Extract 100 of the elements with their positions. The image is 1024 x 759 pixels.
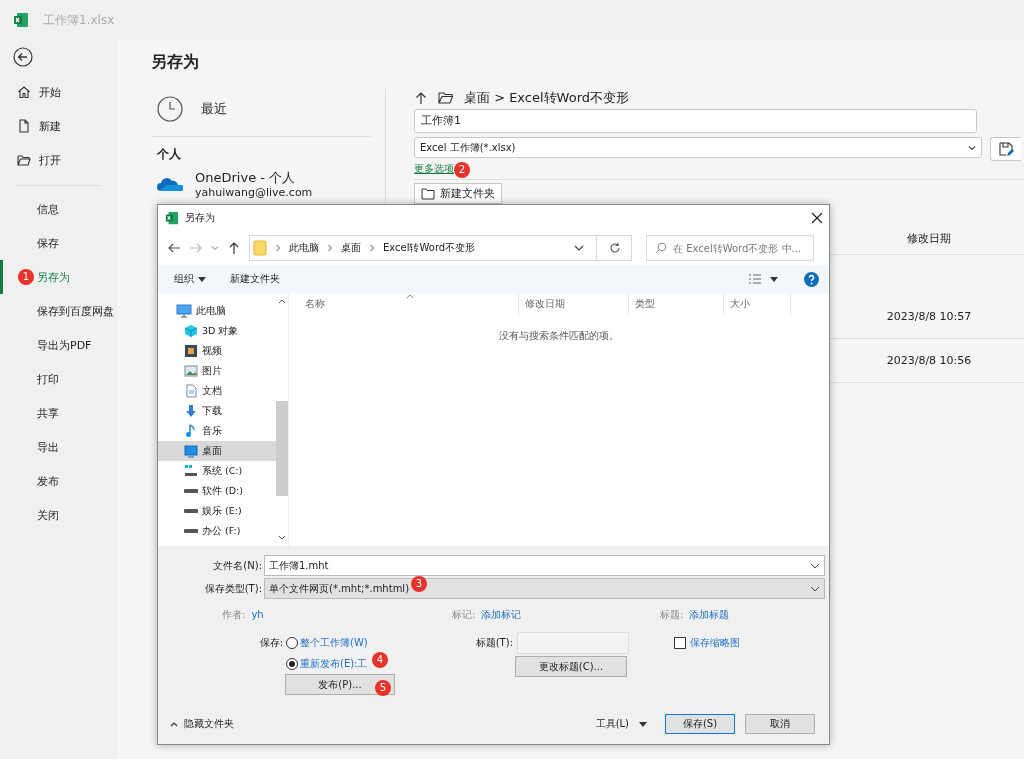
caret-icon (198, 276, 206, 282)
file-name-field[interactable]: 工作簿1.mht (264, 555, 825, 576)
radio-label[interactable]: 整个工作簿(W) (300, 635, 368, 650)
chevron-down-icon (810, 585, 820, 592)
organize-menu[interactable]: 组织 (174, 272, 206, 286)
sidebar-item[interactable]: 打开 (0, 143, 117, 177)
close-icon[interactable] (811, 212, 823, 224)
tree-item[interactable]: 桌面 (158, 441, 276, 461)
column-header[interactable]: 大小 (724, 293, 791, 315)
back-arrow-icon[interactable] (167, 241, 181, 255)
monitor-icon (184, 444, 198, 458)
onedrive-name[interactable]: OneDrive - 个人 (195, 169, 313, 187)
field-label: 保存类型(T): (203, 581, 263, 596)
save-button[interactable]: 保存(S) (665, 714, 735, 734)
tools-menu[interactable]: 工具(L) (595, 717, 629, 731)
sidebar-item[interactable]: 保存 (0, 226, 117, 260)
tree-item[interactable]: 视频 (158, 341, 276, 361)
title-label: 标题: (660, 609, 684, 620)
add-title-link[interactable]: 添加标题 (689, 609, 730, 620)
sidebar-item[interactable]: 关闭 (0, 498, 117, 532)
dialog-title: 另存为 (185, 211, 215, 225)
up-arrow-icon[interactable] (414, 91, 428, 105)
chevron-down-icon[interactable] (574, 245, 584, 251)
more-options-link[interactable]: 更多选项 (414, 162, 454, 176)
scroll-up-icon[interactable] (278, 299, 286, 304)
caret-icon[interactable] (639, 721, 647, 727)
tree-item[interactable]: 图片 (158, 361, 276, 381)
sidebar-item[interactable]: 保存到百度网盘 (0, 294, 117, 328)
radio-button[interactable] (286, 657, 298, 670)
checkbox-label[interactable]: 保存缩略图 (690, 636, 740, 650)
address-bar[interactable]: 此电脑 桌面 Excel转Word不变形 (249, 235, 632, 261)
hide-folders-toggle[interactable]: 隐藏文件夹 (166, 717, 234, 731)
refresh-icon[interactable] (609, 242, 621, 254)
tree-item[interactable]: 3D 对象 (158, 321, 276, 341)
help-icon[interactable] (804, 271, 819, 287)
breadcrumb[interactable]: Excel转Word不变形 (383, 241, 476, 255)
search-icon (655, 242, 667, 254)
scroll-thumb[interactable] (276, 401, 288, 496)
sidebar-item[interactable]: 导出 (0, 430, 117, 464)
excel-logo-icon (13, 12, 29, 28)
radio-button[interactable] (286, 636, 298, 649)
sidebar-item[interactable]: 新建 (0, 109, 117, 143)
home-icon (17, 85, 31, 99)
folder-path: 桌面 > Excel转Word不变形 (464, 89, 629, 107)
sidebar-item[interactable]: 共享 (0, 396, 117, 430)
sort-caret-icon (406, 294, 414, 299)
tree-item[interactable]: 音乐 (158, 421, 276, 441)
cloud-icon (157, 176, 183, 192)
radio-label[interactable]: 重新发布(E):工 (300, 656, 368, 671)
change-title-button[interactable]: 更改标题(C)... (515, 656, 627, 677)
field-label: 标题(T): (474, 635, 513, 650)
column-header[interactable]: 修改日期 (519, 293, 629, 315)
excel-logo-icon (165, 211, 179, 225)
save-button[interactable] (990, 137, 1021, 161)
clock-icon (157, 96, 183, 122)
sidebar-item[interactable]: 发布 (0, 464, 117, 498)
page-title: 另存为 (151, 52, 200, 73)
column-header[interactable]: 类型 (629, 293, 724, 315)
chevron-right-icon (327, 244, 333, 252)
breadcrumb[interactable]: 此电脑 (289, 241, 319, 255)
tree-item[interactable]: 办公 (F:) (158, 521, 276, 541)
tree-item[interactable]: 软件 (D:) (158, 481, 276, 501)
tree-item[interactable]: 此电脑 (158, 301, 276, 321)
save-label: 保存: (258, 635, 283, 650)
sidebar-item[interactable]: 信息 (0, 192, 117, 226)
tree-item[interactable]: 娱乐 (E:) (158, 501, 276, 521)
column-header[interactable]: 名称 (289, 293, 519, 315)
file-name-field[interactable]: 工作簿1 (414, 109, 977, 133)
search-field[interactable]: 在 Excel转Word不变形 中... (646, 235, 814, 261)
cancel-button[interactable]: 取消 (745, 714, 815, 734)
section-heading: 个人 (156, 146, 182, 163)
add-tags-link[interactable]: 添加标记 (481, 609, 522, 620)
new-folder-button[interactable]: 新建文件夹 (414, 183, 502, 204)
tree-item[interactable]: 系统 (C:) (158, 461, 276, 481)
author-label: 作者: (222, 609, 246, 620)
tree-item[interactable]: 文档 (158, 381, 276, 401)
author-value[interactable]: yh (251, 609, 264, 620)
back-icon[interactable] (13, 47, 33, 67)
caret-icon[interactable] (770, 276, 778, 282)
music-note-icon (184, 424, 198, 438)
up-arrow-icon[interactable] (227, 241, 241, 255)
folder-icon (438, 91, 454, 105)
computer-icon (176, 304, 192, 318)
sidebar-item[interactable]: 打印 (0, 362, 117, 396)
scroll-down-icon[interactable] (278, 535, 286, 540)
new-folder-button[interactable]: 新建文件夹 (230, 272, 280, 286)
breadcrumb[interactable]: 桌面 (341, 241, 361, 255)
save-edit-icon (998, 141, 1014, 157)
chevron-up-icon (170, 721, 178, 727)
location-item[interactable]: 最近 (151, 89, 371, 129)
sidebar-item[interactable]: 导出为PDF (0, 328, 117, 362)
chevron-right-icon (369, 244, 375, 252)
sidebar-item[interactable]: 开始 (0, 75, 117, 109)
new-document-icon (17, 119, 31, 133)
chevron-down-icon (968, 144, 976, 151)
chevron-down-icon (810, 562, 820, 569)
checkbox[interactable] (674, 637, 686, 649)
tree-item[interactable]: 下载 (158, 401, 276, 421)
file-type-dropdown[interactable]: Excel 工作簿(*.xlsx) (414, 137, 982, 158)
cube-icon (184, 324, 198, 338)
